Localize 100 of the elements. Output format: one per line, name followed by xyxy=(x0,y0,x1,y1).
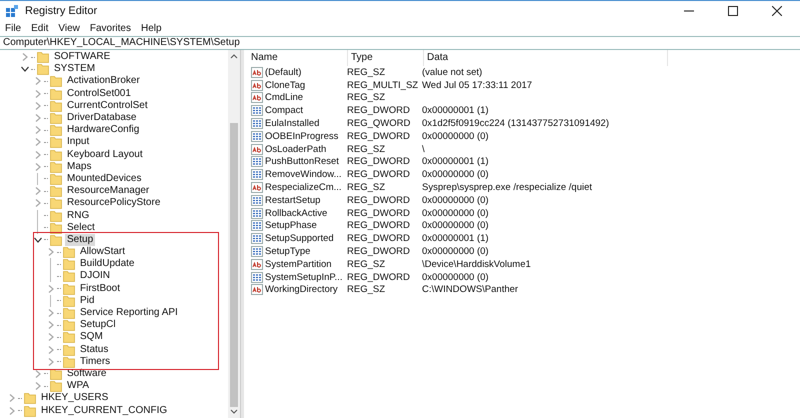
tree-item[interactable]: Status xyxy=(78,344,110,356)
value-name[interactable]: CloneTag xyxy=(265,80,306,91)
tree-item[interactable]: SQM xyxy=(78,331,105,344)
folder-icon xyxy=(37,63,49,76)
folder-icon xyxy=(50,100,62,112)
tree-item[interactable]: ResourcePolicyStore xyxy=(65,197,162,210)
value-type: REG_DWORD xyxy=(346,233,411,244)
tree-item[interactable]: Service Reporting API xyxy=(78,307,180,320)
binary-value-icon xyxy=(251,233,263,244)
value-type: REG_SZ xyxy=(346,284,386,296)
value-name[interactable]: SetupType xyxy=(265,246,310,258)
tree-item[interactable]: HardwareConfig xyxy=(65,124,142,136)
value-data: 0x00000000 (0) xyxy=(421,169,490,180)
tree-item[interactable]: Keyboard Layout xyxy=(65,148,145,161)
value-name[interactable]: SetupSupported xyxy=(265,233,334,244)
folder-icon xyxy=(24,404,36,417)
value-data: 0x00000000 (0) xyxy=(421,208,490,219)
menu-item[interactable]: File xyxy=(5,23,22,34)
value-type: REG_QWORD xyxy=(346,118,412,130)
tree-item[interactable]: DriverDatabase xyxy=(65,112,138,124)
tree-item[interactable]: RNG xyxy=(65,210,92,222)
tree-item[interactable]: SetupCl xyxy=(78,319,118,332)
tree-item[interactable]: HKEY_CURRENT_CONFIG xyxy=(39,404,170,417)
binary-value-icon xyxy=(251,272,263,283)
value-name[interactable]: RemoveWindow... xyxy=(265,169,342,180)
expander-icon[interactable] xyxy=(21,65,29,74)
value-name[interactable]: WorkingDirectory xyxy=(265,284,338,296)
folder-icon xyxy=(50,222,62,234)
folder-icon xyxy=(50,368,62,380)
column-header[interactable]: Name xyxy=(248,50,348,66)
tree-item[interactable]: HKEY_USERS xyxy=(39,392,110,404)
address-field[interactable]: Computer\HKEY_LOCAL_MACHINE\SYSTEM\Setup xyxy=(0,36,800,50)
folder-icon xyxy=(24,392,36,404)
tree-item[interactable]: Timers xyxy=(78,356,112,368)
binary-value-icon xyxy=(251,246,263,258)
tree-item[interactable]: AllowStart xyxy=(78,246,128,258)
value-name[interactable]: SystemPartition xyxy=(265,258,332,270)
value-data: 0x1d2f5f0919cc224 (131437752731091492) xyxy=(421,118,610,130)
folder-icon xyxy=(50,380,62,392)
folder-icon xyxy=(50,136,62,148)
tree-item[interactable]: MountedDevices xyxy=(65,172,144,185)
tree-item[interactable]: SOFTWARE xyxy=(52,51,112,64)
menu-item[interactable]: View xyxy=(58,23,80,34)
value-name[interactable]: OsLoaderPath xyxy=(265,144,326,155)
value-name[interactable]: SetupPhase xyxy=(265,220,317,232)
binary-value-icon xyxy=(251,194,263,206)
value-name[interactable]: RollbackActive xyxy=(265,208,328,219)
tree-item[interactable]: FirstBoot xyxy=(78,282,122,295)
value-name[interactable]: Compact xyxy=(265,105,304,116)
scroll-down-icon[interactable] xyxy=(230,409,238,415)
binary-value-icon xyxy=(251,220,263,232)
value-type: REG_SZ xyxy=(346,182,386,194)
scrollbar-thumb[interactable] xyxy=(230,123,238,407)
tree-item[interactable]: Pid xyxy=(78,294,96,307)
string-value-icon xyxy=(251,66,263,78)
folder-icon xyxy=(63,270,75,282)
menu-item[interactable]: Edit xyxy=(31,23,48,34)
tree-item[interactable]: SYSTEM xyxy=(52,63,98,76)
menu-item[interactable]: Help xyxy=(140,23,162,34)
tree-item[interactable]: Maps xyxy=(65,160,94,173)
value-name[interactable]: OOBEInProgress xyxy=(265,130,338,142)
tree-item[interactable]: Input xyxy=(65,136,92,148)
value-name[interactable]: RestartSetup xyxy=(265,194,320,206)
value-name[interactable]: RespecializeCm... xyxy=(265,182,342,194)
value-name[interactable]: EulaInstalled xyxy=(265,118,320,130)
folder-icon xyxy=(63,344,75,356)
binary-value-icon xyxy=(251,208,263,219)
folder-icon xyxy=(50,210,62,222)
tree-item[interactable]: Setup xyxy=(65,234,96,246)
scroll-up-icon[interactable] xyxy=(230,53,238,59)
window-title: Registry Editor xyxy=(25,5,98,17)
tree-item[interactable]: ActivationBroker xyxy=(65,75,142,88)
value-name[interactable]: SystemSetupInP... xyxy=(265,272,342,283)
expander-icon[interactable] xyxy=(34,236,42,244)
value-name[interactable]: CmdLine xyxy=(265,92,304,104)
binary-value-icon xyxy=(251,118,263,130)
tree-item[interactable]: ResourceManager xyxy=(65,185,152,198)
tree-item[interactable]: ControlSet001 xyxy=(65,88,133,100)
close-icon[interactable] xyxy=(772,6,782,16)
value-data: \ xyxy=(421,144,426,155)
value-type: REG_SZ xyxy=(346,258,386,270)
value-data: Sysprep\sysprep.exe /respecialize /quiet xyxy=(421,182,594,194)
value-type: REG_DWORD xyxy=(346,169,411,180)
tree-item[interactable]: CurrentControlSet xyxy=(65,100,150,112)
tree-item[interactable]: WPA xyxy=(65,380,92,392)
folder-icon xyxy=(50,160,62,173)
tree-item[interactable]: Select xyxy=(65,222,97,234)
column-header[interactable]: Type xyxy=(348,50,424,66)
folder-icon xyxy=(50,112,62,124)
column-header[interactable]: Data xyxy=(424,50,668,66)
folder-icon xyxy=(63,246,75,258)
menu-item[interactable]: Favorites xyxy=(90,23,131,34)
maximize-icon[interactable] xyxy=(728,6,738,16)
tree-item[interactable]: BuildUpdate xyxy=(78,258,136,270)
value-name[interactable]: (Default) xyxy=(265,66,302,78)
value-name[interactable]: PushButtonReset xyxy=(265,156,339,168)
value-data: C:\WINDOWS\Panther xyxy=(421,284,520,296)
value-data: 0x00000000 (0) xyxy=(421,220,490,232)
binary-value-icon xyxy=(251,156,263,168)
tree-item[interactable]: DJOIN xyxy=(78,270,112,282)
